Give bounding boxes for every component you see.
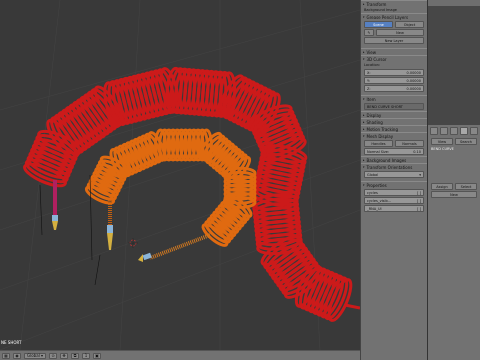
- prop-edit-button[interactable]: [ ]: [417, 199, 421, 203]
- 3d-cursor-icon[interactable]: [128, 238, 138, 248]
- normal-size-value: 0.10: [413, 149, 421, 154]
- editor-type-button[interactable]: ▦: [2, 352, 10, 359]
- view-menu-button[interactable]: ◉: [13, 352, 21, 359]
- 3d-viewport[interactable]: NE SHORT: [0, 0, 360, 350]
- orange-coil-fitting-bottom: [138, 233, 211, 262]
- cursor-z-field[interactable]: Z: 0.00000: [364, 85, 424, 92]
- normal-size-label: Normal Size:: [367, 149, 390, 154]
- motion-tracking-section[interactable]: ▸ Motion Tracking: [361, 125, 427, 132]
- orientation-select[interactable]: Global ▾: [364, 171, 424, 178]
- tab-scene[interactable]: [440, 127, 448, 135]
- orientation-select[interactable]: Global ▾: [24, 352, 46, 359]
- transform-label: Transform: [366, 1, 387, 7]
- orange-coil-fitting-left: [107, 200, 113, 250]
- handles-toggle[interactable]: Handles: [364, 140, 393, 147]
- mesh-display-section[interactable]: ▾ Mesh Display: [361, 132, 427, 139]
- tab-render[interactable]: [430, 127, 438, 135]
- display-section[interactable]: ▸ Display: [361, 111, 427, 118]
- properties-tabs: [428, 125, 480, 137]
- outliner[interactable]: [427, 0, 480, 125]
- render-button[interactable]: ▣: [93, 352, 101, 359]
- item-name: BEND CURVE SHORT: [367, 104, 403, 109]
- red-coil-end: [344, 303, 360, 310]
- display-label: Display: [366, 112, 382, 118]
- location-label: Location:: [364, 63, 380, 67]
- background-images-label: Background Images: [366, 157, 407, 163]
- material-list[interactable]: [428, 152, 480, 182]
- layer-button[interactable]: 1: [82, 352, 90, 359]
- cursor-x-field[interactable]: X: 0.00000: [364, 69, 424, 76]
- search-button[interactable]: Search: [455, 138, 477, 145]
- orientation-label: Global: [27, 353, 40, 358]
- snap-button[interactable]: ⧉: [71, 352, 79, 359]
- background-images-section[interactable]: ▸ Background Images: [361, 156, 427, 163]
- chevron-down-icon: ▾: [419, 172, 421, 177]
- motion-tracking-label: Motion Tracking: [366, 126, 398, 132]
- prop-edit-button[interactable]: [ ]: [417, 191, 421, 195]
- scene-button[interactable]: Scene: [364, 21, 393, 28]
- chevron-down-icon: ▾: [40, 353, 43, 358]
- prop-cycles-visibility[interactable]: cycles_visib... [ ]: [364, 197, 424, 204]
- transform-section[interactable]: ▸ Transform: [361, 0, 427, 7]
- new-material-button[interactable]: New: [431, 191, 477, 198]
- mesh-display-label: Mesh Display: [366, 133, 394, 139]
- pivot-button[interactable]: ⊙: [49, 352, 57, 359]
- 3d-cursor-section[interactable]: ▾ 3D Cursor: [361, 55, 427, 62]
- z-label: Z:: [367, 86, 371, 91]
- x-label: X:: [367, 70, 371, 75]
- y-value: 0.00000: [406, 78, 421, 83]
- prop-cycles[interactable]: cycles [ ]: [364, 189, 424, 196]
- prop-edit-button[interactable]: [ ]: [417, 207, 421, 211]
- red-coil-fitting: [52, 180, 58, 230]
- outliner-header: [428, 0, 480, 6]
- orientation-value: Global: [367, 172, 379, 177]
- tab-world[interactable]: [450, 127, 458, 135]
- prop-cycles-label: cycles: [367, 190, 378, 195]
- grease-icon[interactable]: ✎: [364, 29, 374, 36]
- item-section[interactable]: ▾ Item: [361, 95, 427, 102]
- tab-object[interactable]: [460, 127, 468, 135]
- viewport-object-label: NE SHORT: [1, 340, 22, 345]
- prop-cycles-visibility-label: cycles_visib...: [367, 198, 392, 203]
- grease-pencil-section[interactable]: ▾ Grease Pencil Layers: [361, 13, 427, 20]
- normals-toggle[interactable]: Normals: [395, 140, 424, 147]
- shading-label: Shading: [366, 119, 383, 125]
- tab-modifiers[interactable]: [470, 127, 478, 135]
- transform-orientations-section[interactable]: ▾ Transform Orientations: [361, 163, 427, 170]
- prop-rna-ui[interactable]: _RNA_UI [ ]: [364, 205, 424, 212]
- viewport-canvas[interactable]: [0, 0, 360, 350]
- x-value: 0.00000: [406, 70, 421, 75]
- prop-rna-ui-label: _RNA_UI: [367, 206, 382, 211]
- new-layer-button[interactable]: New Layer: [364, 37, 424, 44]
- properties-section[interactable]: ▾ Properties: [361, 181, 427, 188]
- cursor-y-field[interactable]: Y: 0.00000: [364, 77, 424, 84]
- transform-orientations-label: Transform Orientations: [366, 164, 413, 170]
- view-section[interactable]: ▸ View: [361, 48, 427, 55]
- assign-button[interactable]: Assign: [431, 183, 453, 190]
- grease-pencil-label: Grease Pencil Layers: [366, 14, 409, 20]
- select-button[interactable]: Select: [455, 183, 477, 190]
- item-name-field[interactable]: BEND CURVE SHORT: [364, 103, 424, 110]
- view-button[interactable]: View: [431, 138, 453, 145]
- y-label: Y:: [367, 78, 370, 83]
- properties-editor: View Search BEND CURVE Assign Select New: [427, 125, 480, 360]
- normal-size-field[interactable]: Normal Size: 0.10: [364, 148, 424, 155]
- z-value: 0.00000: [406, 86, 421, 91]
- new-button[interactable]: New: [376, 29, 424, 36]
- n-panel: ▸ Transform Background Image ▾ Grease Penc…: [360, 0, 427, 360]
- item-label: Item: [366, 96, 376, 102]
- view-label: View: [366, 49, 377, 55]
- object-button[interactable]: Object: [395, 21, 424, 28]
- shading-section[interactable]: ▸ Shading: [361, 118, 427, 125]
- properties-label: Properties: [366, 182, 387, 188]
- red-coil[interactable]: [22, 66, 355, 323]
- manipulator-button[interactable]: ✥: [60, 352, 68, 359]
- viewport-header: ▦ ◉ Global ▾ ⊙ ✥ ⧉ 1 ▣: [0, 350, 360, 360]
- 3d-cursor-label: 3D Cursor: [366, 56, 387, 62]
